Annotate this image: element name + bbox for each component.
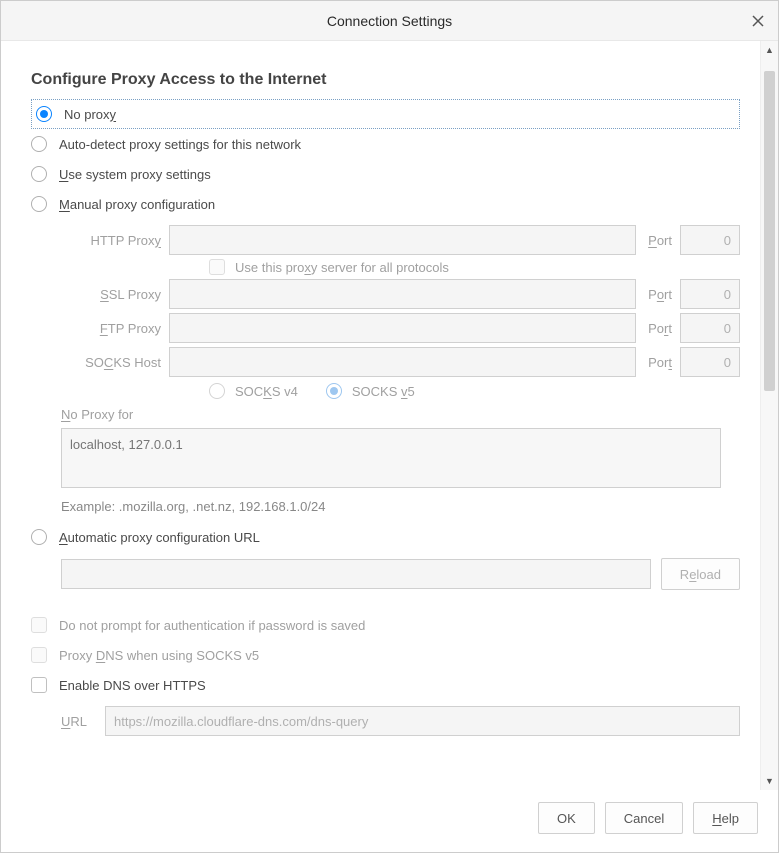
vertical-scrollbar[interactable]: ▲ ▼: [760, 41, 778, 790]
connection-settings-dialog: Connection Settings Configure Proxy Acce…: [0, 0, 779, 853]
no-proxy-for-textarea[interactable]: [61, 428, 721, 488]
doh-url-label: URL: [61, 714, 91, 729]
dialog-titlebar: Connection Settings: [1, 1, 778, 41]
radio-manual-proxy[interactable]: Manual proxy configuration: [31, 189, 740, 219]
checkbox-icon[interactable]: [31, 617, 47, 633]
ftp-proxy-label: FTP Proxy: [71, 321, 161, 336]
radio-auto-detect[interactable]: Auto-detect proxy settings for this netw…: [31, 129, 740, 159]
socks-host-input[interactable]: [169, 347, 636, 377]
ftp-proxy-input[interactable]: [169, 313, 636, 343]
help-button[interactable]: Help: [693, 802, 758, 834]
radio-icon[interactable]: [31, 136, 47, 152]
doh-url-input[interactable]: [105, 706, 740, 736]
dialog-title: Connection Settings: [327, 13, 452, 29]
ftp-port-label: Port: [648, 321, 672, 336]
scroll-thumb[interactable]: [764, 71, 775, 391]
radio-icon[interactable]: [31, 166, 47, 182]
radio-icon[interactable]: [31, 529, 47, 545]
radio-pac-url[interactable]: Automatic proxy configuration URL: [31, 522, 740, 552]
section-heading: Configure Proxy Access to the Internet: [31, 71, 740, 89]
ok-button[interactable]: OK: [538, 802, 595, 834]
reload-button[interactable]: Reload: [661, 558, 740, 590]
pac-url-input[interactable]: [61, 559, 651, 589]
ssl-port-input[interactable]: [680, 279, 740, 309]
radio-socks-v5[interactable]: [326, 383, 342, 399]
radio-label: No proxy: [64, 107, 116, 122]
cancel-button[interactable]: Cancel: [605, 802, 683, 834]
use-all-protocols-label: Use this proxy server for all protocols: [235, 260, 449, 275]
check-no-prompt-auth[interactable]: Do not prompt for authentication if pass…: [31, 610, 740, 640]
no-proxy-example: Example: .mozilla.org, .net.nz, 192.168.…: [61, 499, 740, 514]
socks-port-label: Port: [648, 355, 672, 370]
ssl-proxy-label: SSL Proxy: [71, 287, 161, 302]
checkbox-label: Proxy DNS when using SOCKS v5: [59, 648, 259, 663]
socks-v4-label: SOCKS v4: [235, 384, 298, 399]
checkbox-label: Enable DNS over HTTPS: [59, 678, 206, 693]
radio-label: Auto-detect proxy settings for this netw…: [59, 137, 301, 152]
socks-v5-label: SOCKS v5: [352, 384, 415, 399]
radio-label: Use system proxy settings: [59, 167, 211, 182]
scroll-down-arrow-icon[interactable]: ▼: [761, 772, 778, 790]
dialog-footer: OK Cancel Help: [1, 790, 778, 852]
http-proxy-input[interactable]: [169, 225, 636, 255]
radio-no-proxy[interactable]: No proxy: [31, 99, 740, 129]
socks-port-input[interactable]: [680, 347, 740, 377]
socks-host-label: SOCKS Host: [71, 355, 161, 370]
ftp-port-input[interactable]: [680, 313, 740, 343]
no-proxy-for-label: No Proxy for: [61, 407, 133, 422]
ssl-proxy-input[interactable]: [169, 279, 636, 309]
radio-system-proxy[interactable]: Use system proxy settings: [31, 159, 740, 189]
radio-icon[interactable]: [36, 106, 52, 122]
manual-proxy-grid: HTTP Proxy Port Use this proxy server fo…: [71, 225, 740, 399]
checkbox-label: Do not prompt for authentication if pass…: [59, 618, 365, 633]
http-port-input[interactable]: [680, 225, 740, 255]
checkbox-icon[interactable]: [31, 647, 47, 663]
close-icon[interactable]: [748, 11, 768, 31]
radio-label: Automatic proxy configuration URL: [59, 530, 260, 545]
use-all-protocols-checkbox[interactable]: [209, 259, 225, 275]
check-proxy-dns-socks5[interactable]: Proxy DNS when using SOCKS v5: [31, 640, 740, 670]
checkbox-icon[interactable]: [31, 677, 47, 693]
radio-icon[interactable]: [31, 196, 47, 212]
ssl-port-label: Port: [648, 287, 672, 302]
radio-label: Manual proxy configuration: [59, 197, 215, 212]
radio-socks-v4[interactable]: [209, 383, 225, 399]
scroll-up-arrow-icon[interactable]: ▲: [761, 41, 778, 59]
http-port-label: Port: [648, 233, 672, 248]
check-enable-doh[interactable]: Enable DNS over HTTPS: [31, 670, 740, 700]
http-proxy-label: HTTP Proxy: [71, 233, 161, 248]
